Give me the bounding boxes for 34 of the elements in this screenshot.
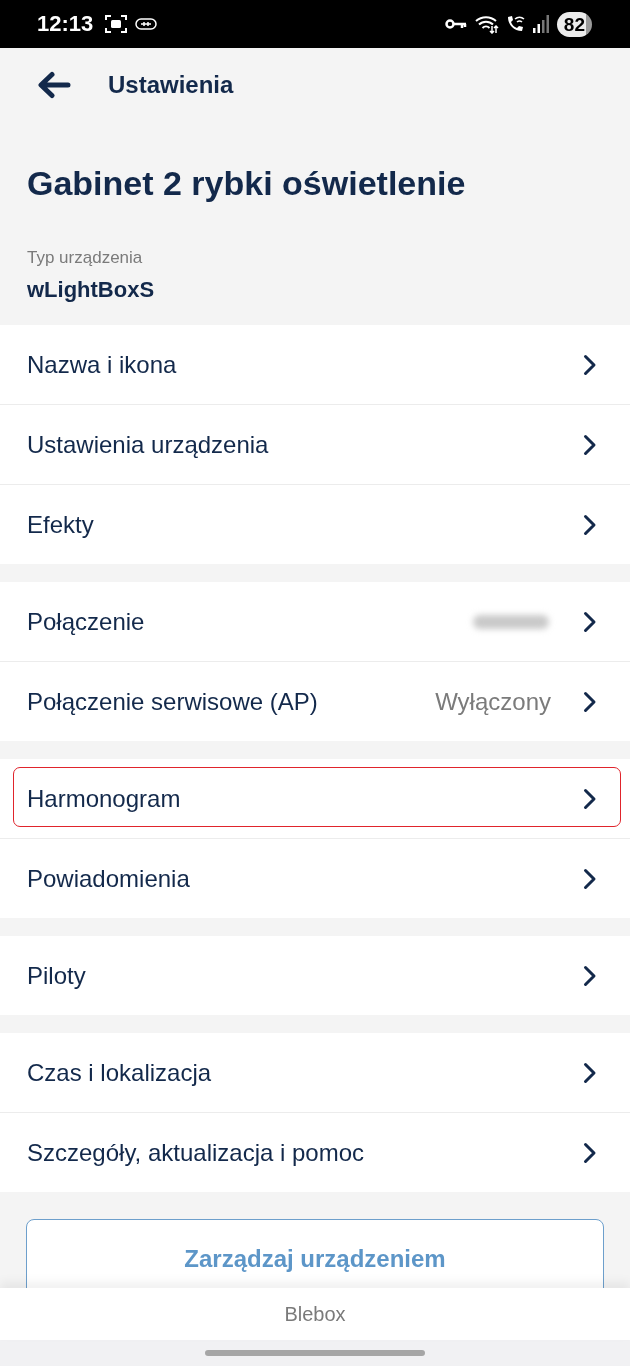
back-arrow-icon[interactable] [37,71,71,99]
settings-row[interactable]: Połączenie [0,582,630,662]
cable-icon [135,18,158,30]
settings-row[interactable]: Piloty [0,936,630,1015]
footer-brand: Blebox [284,1302,346,1327]
chevron-right-icon [583,787,597,810]
device-name: Gabinet 2 rybki oświetlenie [27,163,467,203]
settings-row[interactable]: Połączenie serwisowe (AP) Wyłączony [0,662,630,741]
settings-row[interactable]: Powiadomienia [0,839,630,918]
chevron-right-icon [583,867,597,890]
chevron-right-icon [583,1061,597,1084]
settings-row[interactable]: Harmonogram [0,759,630,839]
settings-row[interactable]: Nazwa i ikona [0,325,630,405]
chevron-right-icon [583,1141,597,1164]
wifi-icon [474,14,499,34]
page-title: Ustawienia [108,70,234,100]
key-icon [444,18,467,30]
signal-icon [532,15,549,33]
device-type-label: Typ urządzenia [27,247,144,269]
chevron-right-icon [583,964,597,987]
status-time: 12:13 [37,13,94,35]
battery-indicator: 82 [556,11,592,37]
settings-row[interactable]: Ustawienia urządzenia [0,405,630,485]
chevron-right-icon [583,433,597,456]
status-value: Wyłączony [435,686,551,717]
device-type-value: wLightBoxS [27,276,156,304]
chevron-right-icon [583,353,597,376]
chevron-right-icon [583,690,597,713]
settings-row[interactable]: Szczegóły, aktualizacja i pomoc [0,1113,630,1192]
chevron-right-icon [583,513,597,536]
settings-row[interactable]: Efekty [0,485,630,564]
screenshot-icon [105,14,128,34]
chevron-right-icon [583,610,597,633]
settings-row[interactable]: Czas i lokalizacja [0,1033,630,1113]
